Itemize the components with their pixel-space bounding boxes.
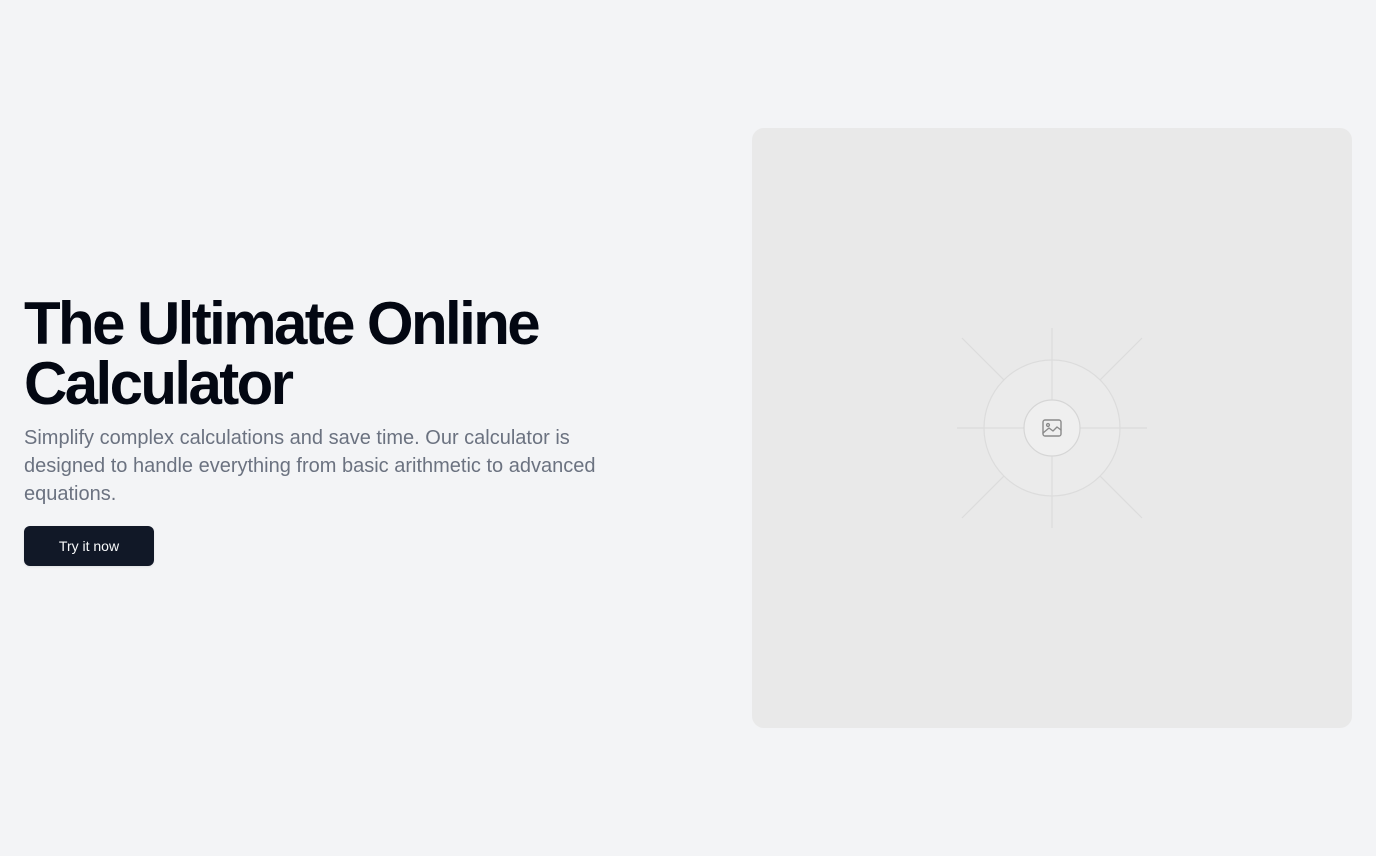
page: The Ultimate Online Calculator Simplify … xyxy=(0,0,1376,856)
hero-subtitle: Simplify complex calculations and save t… xyxy=(24,427,596,505)
try-it-now-button[interactable]: Try it now xyxy=(24,526,154,566)
hero-title: The Ultimate Online Calculator xyxy=(24,290,541,417)
hero-image-placeholder xyxy=(752,128,1352,728)
placeholder-inner-circle xyxy=(1023,399,1081,457)
placeholder-graphic xyxy=(957,328,1147,528)
hero-section: The Ultimate Online Calculator Simplify … xyxy=(24,294,644,566)
